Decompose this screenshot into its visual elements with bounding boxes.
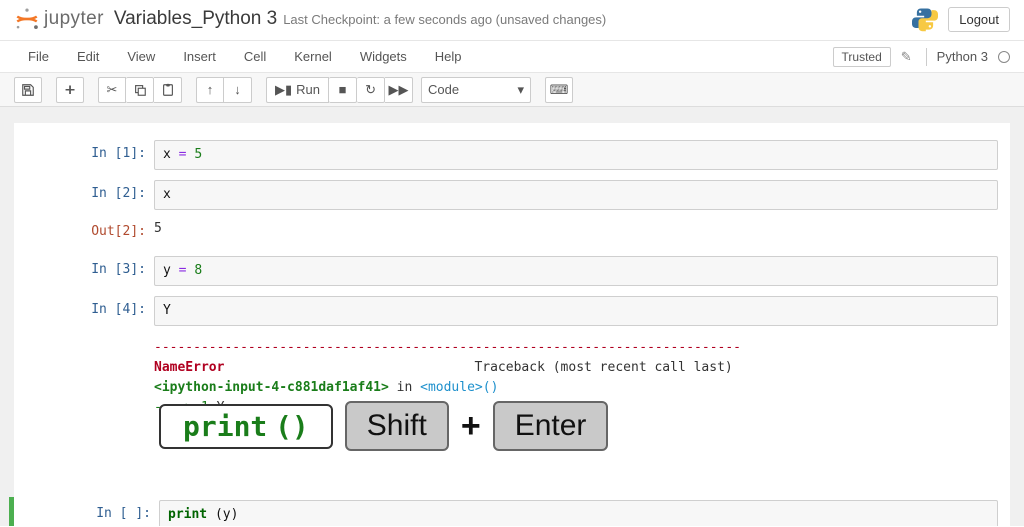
overlay-enter-key: Enter: [493, 401, 609, 451]
run-icon: ▶︎▮: [275, 82, 292, 98]
paste-button[interactable]: [154, 77, 182, 103]
menubar: File Edit View Insert Cell Kernel Widget…: [0, 41, 1024, 73]
code-cell-selected[interactable]: In [ ]: print (y): [9, 497, 1010, 526]
move-up-button[interactable]: ↑: [196, 77, 224, 103]
code-input[interactable]: x: [154, 180, 998, 210]
menu-edit[interactable]: Edit: [63, 43, 113, 70]
logo-text: jupyter: [44, 8, 104, 30]
restart-button[interactable]: ↻: [357, 77, 385, 103]
code-cell[interactable]: In [2]: x: [14, 177, 1010, 213]
menu-kernel[interactable]: Kernel: [280, 43, 346, 70]
cell-type-value: Code: [428, 82, 459, 97]
move-down-button[interactable]: ↓: [224, 77, 252, 103]
restart-icon: ↻: [365, 82, 376, 98]
notebook-header: jupyter Variables_Python 3 Last Checkpoi…: [0, 0, 1024, 41]
save-icon: [21, 83, 35, 97]
input-prompt: In [4]:: [14, 296, 154, 324]
output-value: 5: [154, 218, 998, 240]
trusted-badge[interactable]: Trusted: [833, 47, 891, 67]
notebook-container: In [1]: x = 5 In [2]: x Out[2]: 5 In [3]…: [14, 123, 1010, 526]
keyboard-icon: ⌨: [550, 82, 569, 98]
code-input[interactable]: Y: [154, 296, 998, 326]
menu-file[interactable]: File: [14, 43, 63, 70]
output-cell: Out[2]: 5: [14, 215, 1010, 249]
notebook-name[interactable]: Variables_Python 3: [114, 8, 277, 30]
copy-icon: [133, 83, 147, 97]
logout-button[interactable]: Logout: [948, 7, 1010, 32]
notebook-area: In [1]: x = 5 In [2]: x Out[2]: 5 In [3]…: [0, 107, 1024, 526]
command-palette-button[interactable]: ⌨: [545, 77, 573, 103]
python-icon: [912, 6, 938, 32]
menu-cell[interactable]: Cell: [230, 43, 280, 70]
menu-view[interactable]: View: [113, 43, 169, 70]
stop-icon: ■: [339, 82, 347, 97]
code-input[interactable]: y = 8: [154, 256, 998, 286]
code-cell[interactable]: In [4]: Y: [14, 293, 1010, 329]
add-cell-button[interactable]: ➕︎: [56, 77, 84, 103]
input-prompt: In [3]:: [14, 256, 154, 284]
plus-icon: ➕︎: [65, 82, 75, 98]
checkpoint-status: Last Checkpoint: a few seconds ago (unsa…: [283, 12, 606, 27]
cell-type-select[interactable]: Code ▾: [421, 77, 531, 103]
code-cell[interactable]: In [3]: y = 8: [14, 253, 1010, 289]
menu-widgets[interactable]: Widgets: [346, 43, 421, 70]
code-input[interactable]: print (y): [159, 500, 998, 526]
output-prompt: Out[2]:: [14, 218, 154, 246]
input-prompt: In [ ]:: [19, 500, 159, 526]
clipboard-icon: [161, 83, 175, 97]
code-cell[interactable]: In [1]: x = 5: [14, 137, 1010, 173]
fast-forward-icon: ▶▶: [389, 82, 409, 98]
plus-icon: +: [461, 407, 481, 446]
jupyter-icon: [14, 6, 40, 32]
chevron-down-icon: ▾: [517, 82, 524, 98]
kernel-status-icon: [998, 51, 1010, 63]
input-prompt: In [2]:: [14, 180, 154, 208]
interrupt-button[interactable]: ■: [329, 77, 357, 103]
run-button[interactable]: ▶︎▮ Run: [266, 77, 329, 103]
run-label: Run: [296, 82, 320, 97]
copy-button[interactable]: [126, 77, 154, 103]
menu-help[interactable]: Help: [421, 43, 476, 70]
arrow-down-icon: ↓: [234, 82, 241, 97]
overlay-shift-key: Shift: [345, 401, 449, 451]
kernel-name[interactable]: Python 3: [937, 49, 988, 64]
arrow-up-icon: ↑: [207, 82, 214, 97]
jupyter-logo[interactable]: jupyter: [14, 6, 104, 32]
overlay-print-key: print (): [159, 404, 333, 449]
cut-button[interactable]: ✂: [98, 77, 126, 103]
menu-insert[interactable]: Insert: [169, 43, 230, 70]
input-prompt: In [1]:: [14, 140, 154, 168]
save-button[interactable]: [14, 77, 42, 103]
restart-run-all-button[interactable]: ▶▶: [385, 77, 413, 103]
toolbar: ➕︎ ✂ ↑ ↓ ▶︎▮ Run ■ ↻ ▶▶ Code ▾ ⌨: [0, 73, 1024, 107]
divider: [926, 48, 927, 66]
overlay-illustration: print () Shift + Enter: [159, 401, 608, 451]
pencil-icon[interactable]: ✎: [897, 49, 916, 65]
scissors-icon: ✂: [107, 82, 118, 98]
code-input[interactable]: x = 5: [154, 140, 998, 170]
